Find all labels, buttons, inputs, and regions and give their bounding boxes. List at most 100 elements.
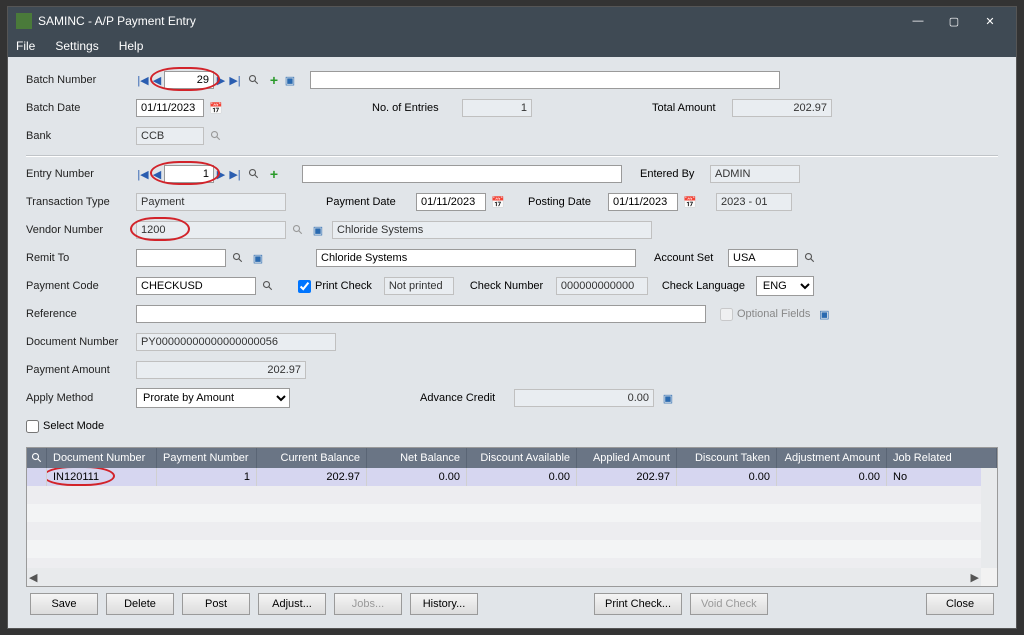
search-icon[interactable] — [208, 128, 224, 144]
menu-help[interactable]: Help — [119, 39, 144, 53]
select-mode-checkbox[interactable] — [26, 420, 39, 433]
close-button[interactable]: Close — [926, 593, 994, 615]
check-language-select[interactable]: ENG — [756, 276, 814, 296]
window-title: SAMINC - A/P Payment Entry — [38, 14, 900, 28]
transaction-type-label: Transaction Type — [26, 196, 136, 208]
adjust-button[interactable]: Adjust... — [258, 593, 326, 615]
col-doc-number[interactable]: Document Number — [47, 448, 157, 468]
account-set-input[interactable] — [728, 249, 798, 267]
entered-by-label: Entered By — [640, 168, 710, 180]
add-icon[interactable]: + — [266, 166, 282, 182]
batch-date-label: Batch Date — [26, 102, 136, 114]
apply-method-label: Apply Method — [26, 392, 136, 404]
remit-to-name-input[interactable] — [316, 249, 636, 267]
menu-bar: File Settings Help — [8, 35, 1016, 57]
entry-number-input[interactable] — [164, 165, 214, 183]
batch-date-input[interactable] — [136, 99, 204, 117]
check-number-label: Check Number — [470, 280, 556, 292]
zoom-icon[interactable]: ▣ — [282, 72, 298, 88]
search-icon[interactable] — [31, 450, 43, 466]
table-row — [27, 486, 997, 504]
history-button[interactable]: History... — [410, 593, 478, 615]
period-field — [716, 193, 792, 211]
entry-desc-input[interactable] — [302, 165, 622, 183]
calendar-icon[interactable]: 📅 — [208, 100, 224, 116]
col-job-related[interactable]: Job Related — [887, 448, 997, 468]
col-discount-available[interactable]: Discount Available — [467, 448, 577, 468]
horizontal-scrollbar[interactable]: ◀▶ — [27, 568, 981, 586]
print-check-label: Print Check — [315, 280, 372, 292]
cell-pay-num: 1 — [157, 468, 257, 486]
payment-date-input[interactable] — [416, 193, 486, 211]
calendar-icon[interactable]: 📅 — [490, 194, 506, 210]
payment-amount-label: Payment Amount — [26, 364, 136, 376]
vertical-scrollbar[interactable] — [981, 468, 997, 568]
zoom-icon[interactable]: ▣ — [250, 250, 266, 266]
batch-number-input[interactable] — [164, 71, 214, 89]
payment-code-input[interactable] — [136, 277, 256, 295]
optional-fields-checkbox — [720, 308, 733, 321]
col-applied-amount[interactable]: Applied Amount — [577, 448, 677, 468]
jobs-button: Jobs... — [334, 593, 402, 615]
col-adjustment-amount[interactable]: Adjustment Amount — [777, 448, 887, 468]
col-current-balance[interactable]: Current Balance — [257, 448, 367, 468]
payment-amount-field — [136, 361, 306, 379]
vendor-number-label: Vendor Number — [26, 224, 136, 236]
posting-date-input[interactable] — [608, 193, 678, 211]
print-check-checkbox[interactable] — [298, 280, 311, 293]
search-icon[interactable] — [802, 250, 818, 266]
cell-net-bal: 0.00 — [367, 468, 467, 486]
search-icon[interactable] — [290, 222, 306, 238]
print-check-button[interactable]: Print Check... — [594, 593, 682, 615]
save-button[interactable]: Save — [30, 593, 98, 615]
calendar-icon[interactable]: 📅 — [682, 194, 698, 210]
total-amount-label: Total Amount — [652, 102, 732, 114]
search-icon[interactable] — [260, 278, 276, 294]
entered-by-field — [710, 165, 800, 183]
table-row — [27, 504, 997, 522]
table-row — [27, 558, 997, 568]
add-icon[interactable]: + — [266, 72, 282, 88]
col-discount-taken[interactable]: Discount Taken — [677, 448, 777, 468]
select-mode-label: Select Mode — [43, 420, 104, 432]
col-payment-number[interactable]: Payment Number — [157, 448, 257, 468]
cell-cur-bal: 202.97 — [257, 468, 367, 486]
table-row — [27, 522, 997, 540]
remit-to-label: Remit To — [26, 252, 136, 264]
no-of-entries-label: No. of Entries — [372, 102, 462, 114]
cell-doc-number: IN120111 — [53, 471, 99, 483]
search-icon[interactable] — [246, 166, 262, 182]
batch-desc-input[interactable] — [310, 71, 780, 89]
entry-number-label: Entry Number — [26, 168, 136, 180]
remit-to-input[interactable] — [136, 249, 226, 267]
close-window-button[interactable]: ✕ — [972, 7, 1008, 35]
app-icon — [16, 13, 32, 29]
first-icon[interactable]: |◀ — [136, 72, 150, 88]
search-icon[interactable] — [246, 72, 262, 88]
minimize-button[interactable]: — — [900, 7, 936, 35]
reference-label: Reference — [26, 308, 136, 320]
prev-icon[interactable]: ◀ — [150, 166, 164, 182]
vendor-name-field — [332, 221, 652, 239]
next-icon[interactable]: ▶ — [214, 166, 228, 182]
next-icon[interactable]: ▶ — [214, 72, 228, 88]
last-icon[interactable]: ▶| — [228, 166, 242, 182]
first-icon[interactable]: |◀ — [136, 166, 150, 182]
col-net-balance[interactable]: Net Balance — [367, 448, 467, 468]
cell-adj: 0.00 — [777, 468, 887, 486]
zoom-icon[interactable]: ▣ — [310, 222, 326, 238]
last-icon[interactable]: ▶| — [228, 72, 242, 88]
table-row[interactable]: IN120111 1 202.97 0.00 0.00 202.97 0.00 … — [27, 468, 997, 486]
zoom-icon[interactable]: ▣ — [660, 390, 676, 406]
post-button[interactable]: Post — [182, 593, 250, 615]
maximize-button[interactable]: ▢ — [936, 7, 972, 35]
prev-icon[interactable]: ◀ — [150, 72, 164, 88]
zoom-icon[interactable]: ▣ — [816, 306, 832, 322]
detail-grid[interactable]: Document Number Payment Number Current B… — [26, 447, 998, 587]
delete-button[interactable]: Delete — [106, 593, 174, 615]
apply-method-select[interactable]: Prorate by Amount — [136, 388, 290, 408]
search-icon[interactable] — [230, 250, 246, 266]
menu-settings[interactable]: Settings — [55, 39, 98, 53]
reference-input[interactable] — [136, 305, 706, 323]
menu-file[interactable]: File — [16, 39, 35, 53]
